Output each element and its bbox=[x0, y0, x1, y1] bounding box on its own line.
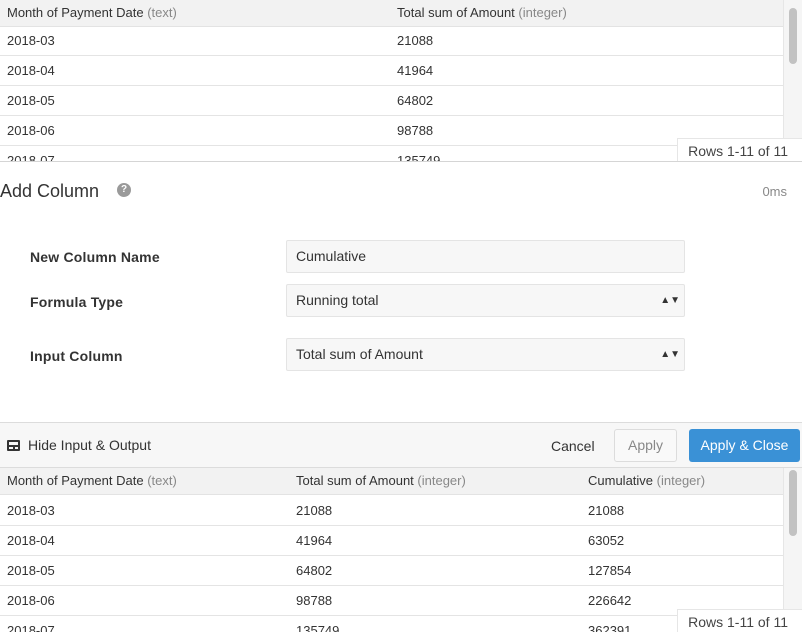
new-column-name-label: New Column Name bbox=[30, 249, 160, 265]
apply-button[interactable]: Apply bbox=[614, 429, 677, 462]
cancel-button[interactable]: Cancel bbox=[551, 438, 595, 454]
output-data-grid: Month of Payment Date (text) Total sum o… bbox=[0, 468, 802, 632]
rows-count-badge: Rows 1-11 of 11 bbox=[677, 138, 802, 161]
column-header[interactable]: Total sum of Amount (integer) bbox=[397, 5, 567, 20]
table-row: 2018-03 21088 21088 bbox=[0, 496, 784, 526]
table-row: 2018-06 98788 226642 bbox=[0, 586, 784, 616]
table-row: 2018-06 98788 bbox=[0, 116, 784, 146]
column-header[interactable]: Cumulative (integer) bbox=[588, 473, 705, 488]
column-header[interactable]: Month of Payment Date (text) bbox=[7, 5, 177, 20]
column-header[interactable]: Total sum of Amount (integer) bbox=[296, 473, 466, 488]
table-icon bbox=[7, 440, 20, 451]
hide-input-output-label: Hide Input & Output bbox=[28, 437, 151, 453]
rows-count-badge: Rows 1-11 of 11 bbox=[677, 609, 802, 632]
action-toolbar: Hide Input & Output Cancel Apply Apply &… bbox=[0, 422, 802, 468]
formula-type-label: Formula Type bbox=[30, 294, 124, 310]
vertical-scrollbar[interactable] bbox=[783, 468, 802, 632]
new-column-name-value: Cumulative bbox=[296, 248, 367, 264]
input-grid-header: Month of Payment Date (text) Total sum o… bbox=[0, 0, 784, 27]
input-column-select[interactable]: Total sum of Amount ▲▼ bbox=[286, 338, 685, 371]
input-column-value: Total sum of Amount bbox=[296, 346, 423, 362]
table-row: 2018-04 41964 63052 bbox=[0, 526, 784, 556]
hide-input-output-toggle[interactable]: Hide Input & Output bbox=[7, 437, 151, 453]
column-header[interactable]: Month of Payment Date (text) bbox=[7, 473, 177, 488]
select-caret-icon: ▲▼ bbox=[660, 349, 680, 360]
input-data-grid: Month of Payment Date (text) Total sum o… bbox=[0, 0, 802, 162]
formula-type-select[interactable]: Running total ▲▼ bbox=[286, 284, 685, 317]
scrollbar-thumb[interactable] bbox=[789, 470, 797, 536]
output-grid-header: Month of Payment Date (text) Total sum o… bbox=[0, 468, 784, 495]
input-column-label: Input Column bbox=[30, 348, 123, 364]
panel-title: Add Column bbox=[0, 181, 100, 201]
table-row: 2018-07 135749 362391 bbox=[0, 616, 784, 632]
table-row: 2018-07 135749 bbox=[0, 146, 784, 161]
question-circle-icon[interactable]: ? bbox=[117, 183, 131, 197]
scrollbar-thumb[interactable] bbox=[789, 8, 797, 64]
timing-label: 0ms bbox=[762, 184, 787, 199]
table-row: 2018-03 21088 bbox=[0, 26, 784, 56]
table-row: 2018-04 41964 bbox=[0, 56, 784, 86]
apply-and-close-button[interactable]: Apply & Close bbox=[689, 429, 800, 462]
table-row: 2018-05 64802 bbox=[0, 86, 784, 116]
table-row: 2018-05 64802 127854 bbox=[0, 556, 784, 586]
new-column-name-input[interactable]: Cumulative bbox=[286, 240, 685, 273]
formula-type-value: Running total bbox=[296, 292, 379, 308]
vertical-scrollbar[interactable] bbox=[783, 0, 802, 161]
select-caret-icon: ▲▼ bbox=[660, 295, 680, 306]
